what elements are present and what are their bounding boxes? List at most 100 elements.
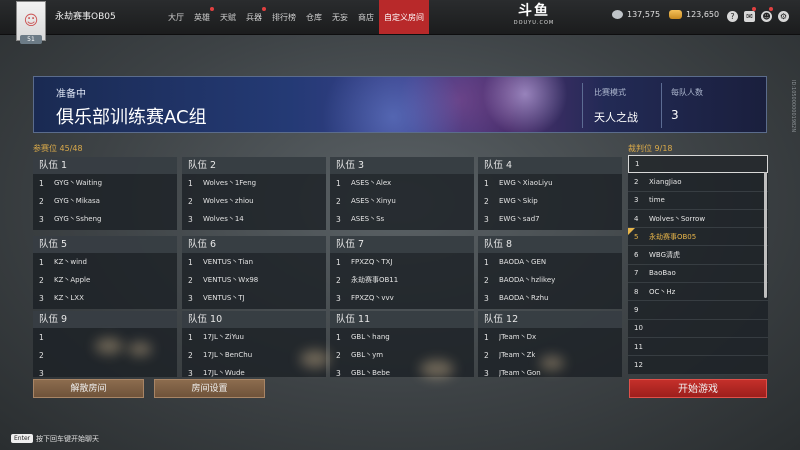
coins-value: 137,575	[627, 10, 661, 19]
nav-item-4[interactable]: 排行榜	[267, 0, 301, 34]
referee-slot[interactable]: 3 time	[628, 192, 768, 210]
team-card: 队伍 3 1 ASES丶Alex 2 ASES丶Xinyu 3 ASES丶Ss	[330, 157, 474, 230]
referee-name: OC丶Hz	[649, 287, 676, 296]
nav-item-2[interactable]: 天赋	[215, 0, 241, 34]
friends-icon[interactable]: ☻	[761, 11, 772, 22]
settings-gear-icon[interactable]: ⚙	[778, 11, 789, 22]
referee-name: BaoBao	[649, 269, 676, 278]
referee-slot[interactable]: 7 BaoBao	[628, 265, 768, 284]
slot-number: 3	[39, 368, 44, 378]
team-slot[interactable]: 3 FPXZQ丶vvv	[330, 289, 474, 307]
logo-main-text: 斗鱼	[518, 3, 550, 19]
team-slot[interactable]: 3 ASES丶Ss	[330, 210, 474, 228]
slot-number: 3	[188, 293, 193, 303]
team-slot[interactable]: 1 ASES丶Alex	[330, 174, 474, 192]
referee-slot[interactable]: 12	[628, 356, 768, 375]
nav-item-3[interactable]: 兵器	[241, 0, 267, 34]
team-slot[interactable]: 1 Wolves丶1Feng	[182, 174, 326, 192]
player-name: 17JL丶Wude	[203, 369, 245, 377]
player-name: GBL丶ym	[351, 351, 384, 359]
referee-slot[interactable]: 1	[628, 155, 768, 174]
team-slot[interactable]: 1	[33, 328, 177, 346]
team-slot[interactable]: 2 GYG丶Mikasa	[33, 192, 177, 210]
team-slot[interactable]: 2 永劫赛事OB11	[330, 271, 474, 289]
team-slot[interactable]: 3 GYG丶Ssheng	[33, 210, 177, 228]
match-mode-value: 天人之战	[594, 111, 638, 124]
referee-slot[interactable]: 6 WBG清虎	[628, 246, 768, 265]
dissolve-room-button[interactable]: 解散房间	[33, 379, 144, 398]
player-name: EWG丶Skip	[499, 197, 538, 205]
help-icon[interactable]: ?	[727, 11, 738, 22]
nav-item-label: 兵器	[246, 12, 262, 22]
nav-item-0[interactable]: 大厅	[163, 0, 189, 34]
nav-item-1[interactable]: 英雄	[189, 0, 215, 34]
nav-item-8[interactable]: 自定义房间	[379, 0, 429, 34]
player-name: JTeam丶Dx	[499, 333, 537, 341]
referee-slot[interactable]: 11	[628, 338, 768, 357]
referee-slot[interactable]: 4 Wolves丶Sorrow	[628, 210, 768, 229]
team-slot[interactable]: 1 JTeam丶Dx	[478, 328, 622, 346]
room-settings-button[interactable]: 房间设置	[154, 379, 265, 398]
team-slot[interactable]: 3 BAODA丶Rzhu	[478, 289, 622, 307]
team-name: 队伍 7	[330, 236, 474, 253]
team-slot[interactable]: 2 VENTUS丶Wx98	[182, 271, 326, 289]
gold-display[interactable]: 123,650	[669, 10, 719, 19]
coin-icon	[612, 10, 623, 19]
player-name: GYG丶Mikasa	[54, 197, 100, 205]
team-slot[interactable]: 3 GBL丶Bebe	[330, 364, 474, 382]
banner-artwork	[294, 77, 624, 132]
team-slot[interactable]: 2 BAODA丶hzlikey	[478, 271, 622, 289]
team-slot[interactable]: 2	[33, 346, 177, 364]
team-slot[interactable]: 2 KZ丶Apple	[33, 271, 177, 289]
team-slot[interactable]: 3 Wolves丶14	[182, 210, 326, 228]
nav-item-5[interactable]: 仓库	[301, 0, 327, 34]
referee-list-scrollbar[interactable]	[764, 172, 767, 298]
player-name: FPXZQ丶TXJ	[351, 258, 393, 266]
team-slot[interactable]: 2 ASES丶Xinyu	[330, 192, 474, 210]
nav-item-label: 大厅	[168, 12, 184, 22]
team-slot[interactable]: 2 17JL丶BenChu	[182, 346, 326, 364]
slot-number: 3	[39, 293, 44, 303]
team-slot[interactable]: 2 Wolves丶zhiou	[182, 192, 326, 210]
nav-item-6[interactable]: 无妄	[327, 0, 353, 34]
team-slot[interactable]: 1 GYG丶Waiting	[33, 174, 177, 192]
team-slot[interactable]: 1 KZ丶wind	[33, 253, 177, 271]
team-slot[interactable]: 3 EWG丶sad7	[478, 210, 622, 228]
team-slot[interactable]: 1 17JL丶ZiYuu	[182, 328, 326, 346]
referee-slot[interactable]: 9	[628, 301, 768, 320]
referee-name: WBG清虎	[649, 251, 681, 260]
team-slot[interactable]: 3 VENTUS丶TJ	[182, 289, 326, 307]
start-game-button[interactable]: 开始游戏	[629, 379, 767, 398]
referee-slot[interactable]: 5 永劫赛事OB05	[628, 228, 768, 247]
team-slot[interactable]: 1 FPXZQ丶TXJ	[330, 253, 474, 271]
team-card: 队伍 6 1 VENTUS丶Tian 2 VENTUS丶Wx98 3 VENTUS丶TJ	[182, 236, 326, 309]
referee-slot[interactable]: 10	[628, 320, 768, 338]
player-name: GBL丶hang	[351, 333, 390, 341]
team-card: 队伍 9 1 2 3	[33, 311, 177, 378]
team-slot[interactable]: 1 BAODA丶GEN	[478, 253, 622, 271]
team-slot[interactable]: 2 GBL丶ym	[330, 346, 474, 364]
team-slot[interactable]: 1 VENTUS丶Tian	[182, 253, 326, 271]
team-card: 队伍 10 1 17JL丶ZiYuu 2 17JL丶BenChu 3 17JL丶Wude	[182, 311, 326, 378]
mail-icon[interactable]: ✉	[744, 11, 755, 22]
referee-slot[interactable]: 2 XiangJiao	[628, 173, 768, 192]
team-slot[interactable]: 1 GBL丶hang	[330, 328, 474, 346]
team-name: 队伍 6	[182, 236, 326, 253]
team-slot[interactable]: 1 EWG丶XiaoLiyu	[478, 174, 622, 192]
team-slot[interactable]: 2 EWG丶Skip	[478, 192, 622, 210]
slot-number: 8	[634, 287, 639, 296]
player-name: 永劫赛事OB11	[351, 276, 399, 284]
player-name: FPXZQ丶vvv	[351, 294, 394, 302]
team-slot[interactable]: 3 JTeam丶Gon	[478, 364, 622, 382]
referee-slot[interactable]: 8 OC丶Hz	[628, 283, 768, 302]
nav-item-7[interactable]: 商店	[353, 0, 379, 34]
team-slot[interactable]: 3 KZ丶LXX	[33, 289, 177, 307]
slot-number: 2	[188, 196, 193, 206]
team-slot[interactable]: 2 JTeam丶Zk	[478, 346, 622, 364]
player-name: KZ丶LXX	[54, 294, 84, 302]
slot-number: 3	[336, 214, 341, 224]
coins-display[interactable]: 137,575	[612, 10, 660, 19]
referee-list: 1 2 XiangJiao 3 time 4 Wolves丶Sorrow 5 永劫赛事OB05 6…	[628, 155, 768, 375]
nav-notification-dot	[262, 7, 266, 11]
banner-divider	[661, 83, 662, 128]
